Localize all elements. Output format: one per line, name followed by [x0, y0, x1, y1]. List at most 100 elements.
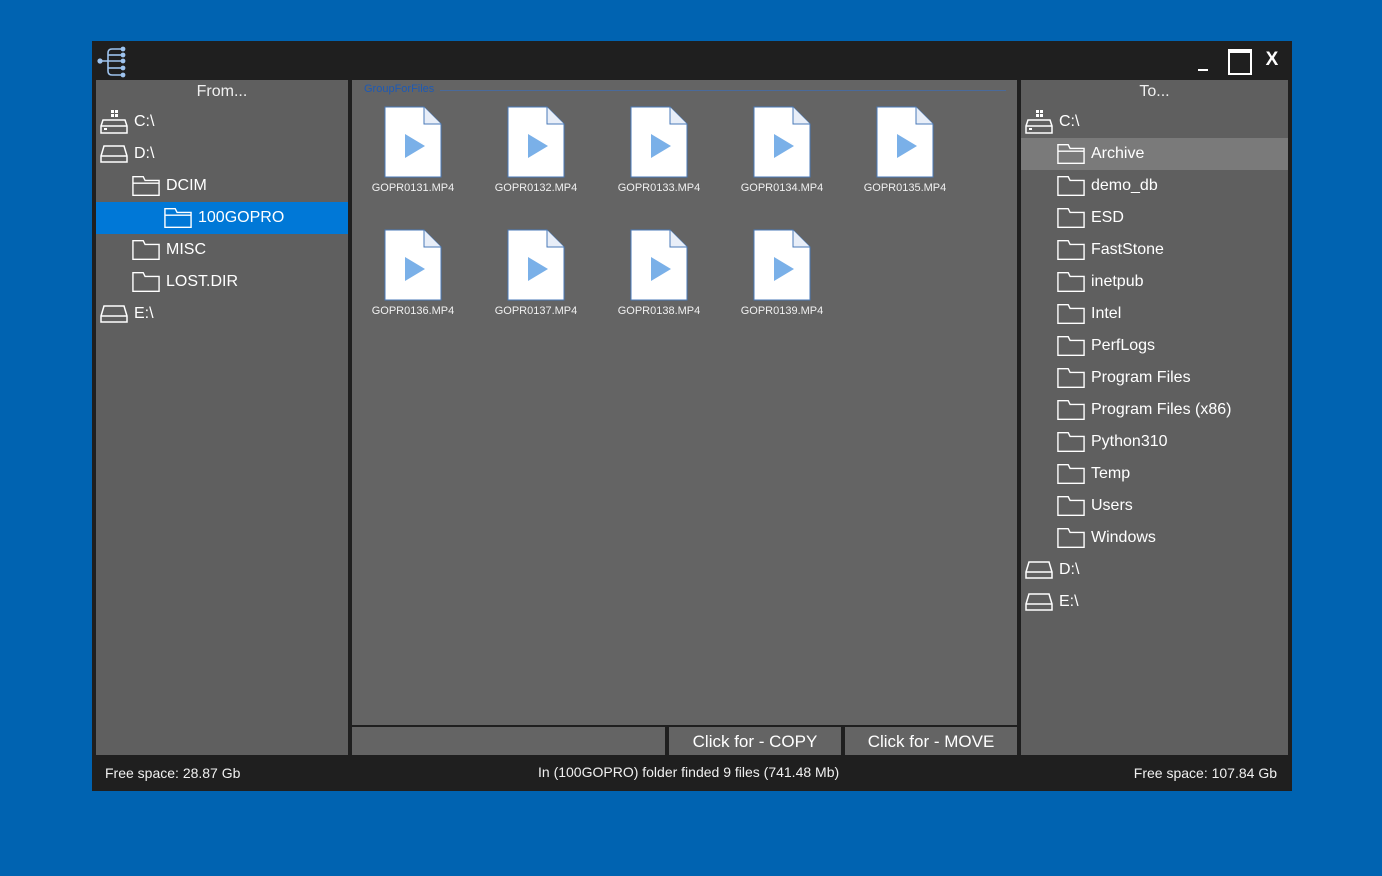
folder-icon [132, 238, 160, 262]
destination-tree-item-label: Archive [1091, 145, 1145, 162]
move-button[interactable]: Click for - MOVE [845, 727, 1017, 755]
destination-tree-item-label: ESD [1091, 209, 1124, 226]
destination-tree-item-label: Python310 [1091, 433, 1168, 450]
destination-tree-item-label: E:\ [1059, 593, 1079, 610]
folder-icon [1057, 238, 1085, 262]
file-name: GOPR0133.MP4 [617, 182, 701, 194]
folder-icon [132, 270, 160, 294]
source-tree-item[interactable]: D:\ [96, 138, 348, 170]
destination-tree-item[interactable]: inetpub [1021, 266, 1288, 298]
source-tree-item[interactable]: C:\ [96, 106, 348, 138]
file-item[interactable]: GOPR0137.MP4 [481, 229, 591, 339]
destination-tree-item[interactable]: FastStone [1021, 234, 1288, 266]
destination-tree-item-label: PerfLogs [1091, 337, 1156, 354]
app-window: X From... C:\ D:\ DCIM 100GOPRO MISC LOST.DIR… [92, 41, 1292, 791]
file-name: GOPR0136.MP4 [371, 305, 455, 317]
video-file-icon [481, 106, 591, 178]
source-tree-item[interactable]: LOST.DIR [96, 266, 348, 298]
source-tree-item-label: C:\ [134, 113, 155, 130]
video-file-icon [481, 229, 591, 301]
destination-tree-item-label: Program Files [1091, 369, 1191, 386]
source-panel: From... C:\ D:\ DCIM 100GOPRO MISC LOST.DIR E:… [96, 80, 348, 755]
file-name: GOPR0137.MP4 [494, 305, 578, 317]
drive-icon [100, 302, 128, 326]
file-name: GOPR0131.MP4 [371, 182, 455, 194]
file-name: GOPR0135.MP4 [863, 182, 947, 194]
destination-tree-item-label: C:\ [1059, 113, 1080, 130]
destination-tree-item[interactable]: ESD [1021, 202, 1288, 234]
source-tree-item[interactable]: E:\ [96, 298, 348, 330]
file-item[interactable]: GOPR0131.MP4 [358, 106, 468, 216]
folder-icon [1057, 206, 1085, 230]
destination-tree-item[interactable]: Users [1021, 490, 1288, 522]
file-item[interactable]: GOPR0132.MP4 [481, 106, 591, 216]
video-file-icon [604, 229, 714, 301]
destination-tree-item-label: demo_db [1091, 177, 1158, 194]
file-item[interactable]: GOPR0139.MP4 [727, 229, 837, 339]
source-tree-item-label: E:\ [134, 305, 154, 322]
video-file-icon [727, 229, 837, 301]
destination-tree-item[interactable]: Program Files [1021, 362, 1288, 394]
folder-icon [1057, 302, 1085, 326]
title-bar[interactable]: X [92, 41, 1292, 80]
destination-tree-item[interactable]: Temp [1021, 458, 1288, 490]
folder-icon [1057, 270, 1085, 294]
destination-tree-item-label: FastStone [1091, 241, 1164, 258]
copy-button[interactable]: Click for - COPY [669, 727, 841, 755]
destination-tree-item[interactable]: D:\ [1021, 554, 1288, 586]
destination-tree-item[interactable]: Windows [1021, 522, 1288, 554]
destination-panel: To... C:\ Archive demo_db ESD FastStone inetp… [1021, 80, 1288, 755]
source-tree-item-label: MISC [166, 241, 206, 258]
source-tree-item[interactable]: MISC [96, 234, 348, 266]
file-item[interactable]: GOPR0136.MP4 [358, 229, 468, 339]
file-item[interactable]: GOPR0134.MP4 [727, 106, 837, 216]
source-free-space: Free space: 28.87 Gb [105, 765, 241, 781]
destination-tree-item[interactable]: Intel [1021, 298, 1288, 330]
source-tree-item[interactable]: DCIM [96, 170, 348, 202]
source-tree-item[interactable]: 100GOPRO [96, 202, 348, 234]
video-file-icon [358, 106, 468, 178]
maximize-button[interactable] [1228, 49, 1252, 75]
status-message: In (100GOPRO) folder finded 9 files (741… [538, 764, 840, 780]
destination-tree-item-label: Users [1091, 497, 1133, 514]
source-tree-item-label: LOST.DIR [166, 273, 239, 290]
destination-tree-item[interactable]: C:\ [1021, 106, 1288, 138]
folder-open-icon [1057, 142, 1085, 166]
file-name: GOPR0134.MP4 [740, 182, 824, 194]
destination-tree-item-label: D:\ [1059, 561, 1080, 578]
file-name: GOPR0139.MP4 [740, 305, 824, 317]
folder-icon [1057, 462, 1085, 486]
destination-tree-item[interactable]: Python310 [1021, 426, 1288, 458]
video-file-icon [727, 106, 837, 178]
close-button[interactable]: X [1264, 49, 1280, 71]
destination-tree-item[interactable]: PerfLogs [1021, 330, 1288, 362]
destination-tree-item-label: inetpub [1091, 273, 1144, 290]
file-item[interactable]: GOPR0135.MP4 [850, 106, 960, 216]
progress-box [352, 727, 665, 755]
folder-icon [1057, 526, 1085, 550]
folder-icon [1057, 366, 1085, 390]
source-tree-item-label: 100GOPRO [198, 209, 285, 226]
file-name: GOPR0138.MP4 [617, 305, 701, 317]
windows-drive-icon [1025, 110, 1053, 134]
video-file-icon [358, 229, 468, 301]
file-group-panel: GroupForFiles GOPR0131.MP4 GOPR0132.MP4 GO… [352, 80, 1017, 725]
destination-tree-item[interactable]: demo_db [1021, 170, 1288, 202]
file-item[interactable]: GOPR0133.MP4 [604, 106, 714, 216]
folder-open-icon [164, 206, 192, 230]
source-tree-item-label: DCIM [166, 177, 207, 194]
destination-panel-header: To... [1139, 83, 1170, 100]
drive-icon [100, 142, 128, 166]
folder-icon [1057, 430, 1085, 454]
minimize-button[interactable] [1196, 51, 1210, 71]
file-item[interactable]: GOPR0138.MP4 [604, 229, 714, 339]
destination-tree-item[interactable]: Program Files (x86) [1021, 394, 1288, 426]
drive-icon [1025, 590, 1053, 614]
destination-tree-item-label: Windows [1091, 529, 1156, 546]
file-name: GOPR0132.MP4 [494, 182, 578, 194]
destination-tree-item[interactable]: E:\ [1021, 586, 1288, 618]
folder-icon [1057, 398, 1085, 422]
group-divider [440, 90, 1006, 91]
destination-tree-item[interactable]: Archive [1021, 138, 1288, 170]
video-file-icon [604, 106, 714, 178]
